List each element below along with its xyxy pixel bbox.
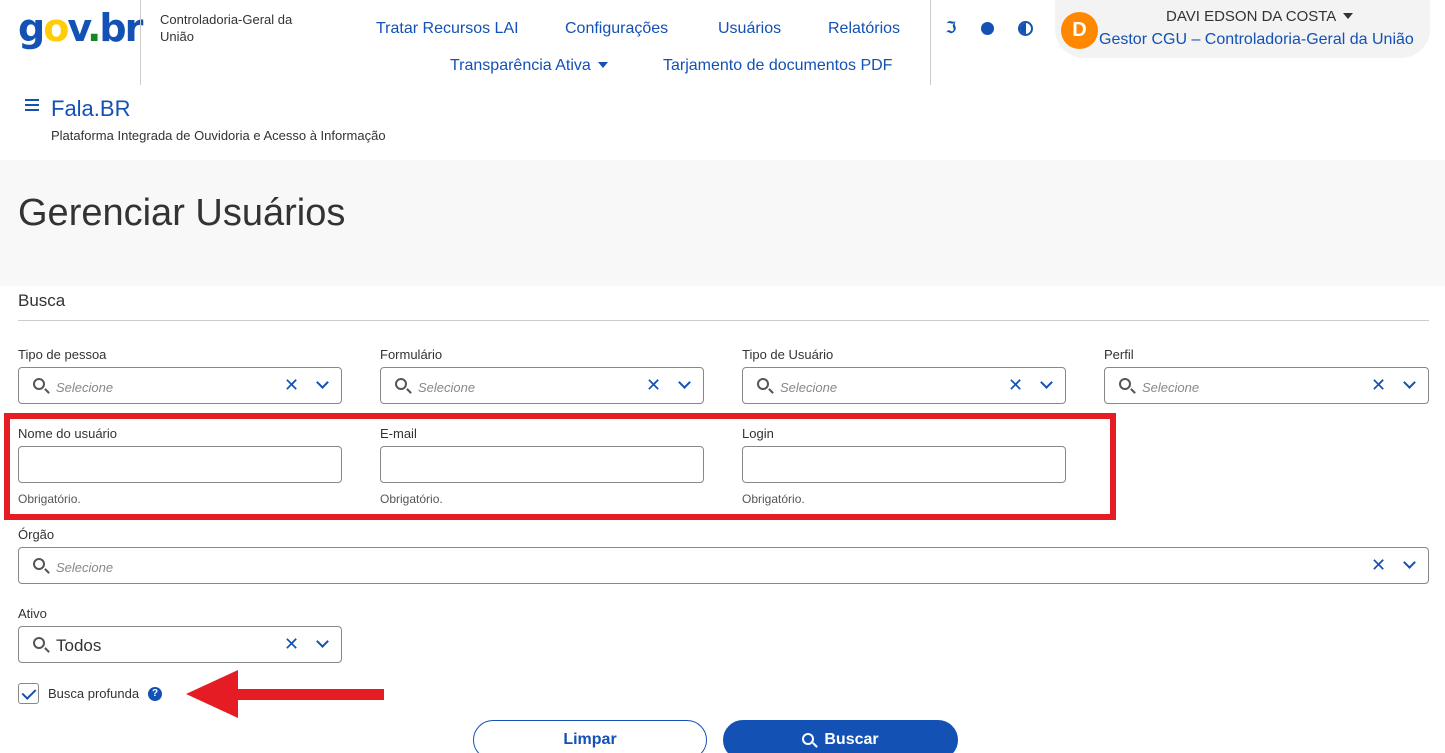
- formulario-label: Formulário: [380, 347, 443, 362]
- header-divider: [930, 0, 931, 85]
- nome-usuario-input[interactable]: [18, 446, 342, 483]
- select-placeholder: Selecione: [56, 380, 114, 395]
- clear-icon[interactable]: ✕: [284, 375, 299, 395]
- section-divider: [18, 320, 1429, 321]
- orgao-label: Órgão: [18, 527, 55, 542]
- tipo-pessoa-select[interactable]: Selecione ✕: [18, 367, 342, 404]
- login-input[interactable]: [742, 446, 1066, 483]
- user-name[interactable]: DAVI EDSON DA COSTA: [1166, 8, 1354, 25]
- user-name-label: DAVI EDSON DA COSTA: [1166, 8, 1337, 25]
- ativo-selected-value: Todos: [56, 636, 102, 655]
- email-input[interactable]: [380, 446, 704, 483]
- annotation-arrow-shaft: [225, 689, 384, 700]
- search-icon: [1119, 378, 1131, 390]
- chevron-down-icon[interactable]: [1403, 376, 1416, 389]
- chevron-down-icon[interactable]: [316, 635, 329, 648]
- search-icon: [802, 733, 815, 745]
- nome-usuario-helper: Obrigatório.: [18, 492, 81, 506]
- search-icon: [33, 378, 45, 390]
- search-icon: [395, 378, 407, 390]
- help-icon[interactable]: ?: [148, 687, 162, 701]
- perfil-select[interactable]: Selecione ✕: [1104, 367, 1429, 404]
- hamburger-icon[interactable]: [25, 99, 39, 111]
- busca-profunda-label[interactable]: Busca profunda: [48, 686, 139, 701]
- clear-icon[interactable]: ✕: [1371, 555, 1386, 575]
- search-icon: [33, 558, 45, 570]
- chevron-down-icon[interactable]: [678, 376, 691, 389]
- section-title: Busca: [18, 291, 66, 310]
- tipo-usuario-label: Tipo de Usuário: [742, 347, 834, 362]
- chevron-down-icon[interactable]: [1403, 556, 1416, 569]
- tipo-pessoa-label: Tipo de pessoa: [18, 347, 107, 362]
- search-icon: [33, 637, 45, 649]
- page-title: Gerenciar Usuários: [18, 192, 346, 234]
- nome-usuario-label: Nome do usuário: [18, 426, 117, 441]
- formulario-select[interactable]: Selecione ✕: [380, 367, 704, 404]
- chevron-down-icon[interactable]: [1040, 376, 1053, 389]
- nav-tratar-recursos[interactable]: Tratar Recursos LAI: [376, 20, 519, 38]
- tipo-usuario-select[interactable]: Selecione ✕: [742, 367, 1066, 404]
- select-placeholder: Selecione: [418, 380, 476, 395]
- caret-down-icon: [597, 61, 608, 68]
- nav-relatorios[interactable]: Relatórios: [828, 20, 900, 38]
- clear-button[interactable]: Limpar: [473, 720, 707, 753]
- header: gov.br Controladoria-Geral da União Trat…: [0, 0, 1445, 160]
- contrast-icon[interactable]: [1018, 21, 1033, 36]
- gov-br-logo[interactable]: gov.br: [18, 6, 143, 50]
- select-placeholder: Selecione: [56, 560, 114, 575]
- select-placeholder: Selecione: [1142, 380, 1200, 395]
- org-name: Controladoria-Geral da União: [160, 12, 293, 44]
- login-helper: Obrigatório.: [742, 492, 805, 506]
- ativo-label: Ativo: [18, 606, 47, 621]
- nav-transparencia-label: Transparência Ativa: [450, 57, 591, 74]
- caret-down-icon: [1343, 13, 1354, 20]
- clear-icon[interactable]: ✕: [284, 634, 299, 654]
- app-title[interactable]: Fala.BR: [51, 96, 130, 122]
- login-label: Login: [742, 426, 774, 441]
- nav-usuarios[interactable]: Usuários: [718, 20, 781, 38]
- perfil-label: Perfil: [1104, 347, 1134, 362]
- email-helper: Obrigatório.: [380, 492, 443, 506]
- search-icon: [757, 378, 769, 390]
- header-divider: [140, 0, 141, 85]
- cookie-icon[interactable]: [981, 22, 994, 35]
- hearing-icon[interactable]: ℑ: [941, 19, 961, 39]
- chevron-down-icon[interactable]: [316, 376, 329, 389]
- user-role[interactable]: Gestor CGU – Controladoria-Geral da Uniã…: [1099, 31, 1414, 49]
- nav-configuracoes[interactable]: Configurações: [565, 20, 668, 38]
- clear-icon[interactable]: ✕: [1371, 375, 1386, 395]
- nav-transparencia-ativa[interactable]: Transparência Ativa: [450, 57, 608, 75]
- select-placeholder: Selecione: [780, 380, 838, 395]
- search-button[interactable]: Buscar: [723, 720, 958, 753]
- app-subtitle: Plataforma Integrada de Ouvidoria e Aces…: [51, 128, 386, 143]
- ativo-select[interactable]: Todos ✕: [18, 626, 342, 663]
- clear-icon[interactable]: ✕: [646, 375, 661, 395]
- avatar[interactable]: D: [1061, 12, 1098, 49]
- busca-profunda-checkbox[interactable]: [18, 683, 39, 704]
- search-button-label: Buscar: [824, 731, 879, 748]
- email-label: E-mail: [380, 426, 417, 441]
- nav-tarjamento[interactable]: Tarjamento de documentos PDF: [663, 57, 892, 75]
- orgao-select[interactable]: Selecione ✕: [18, 547, 1429, 584]
- clear-icon[interactable]: ✕: [1008, 375, 1023, 395]
